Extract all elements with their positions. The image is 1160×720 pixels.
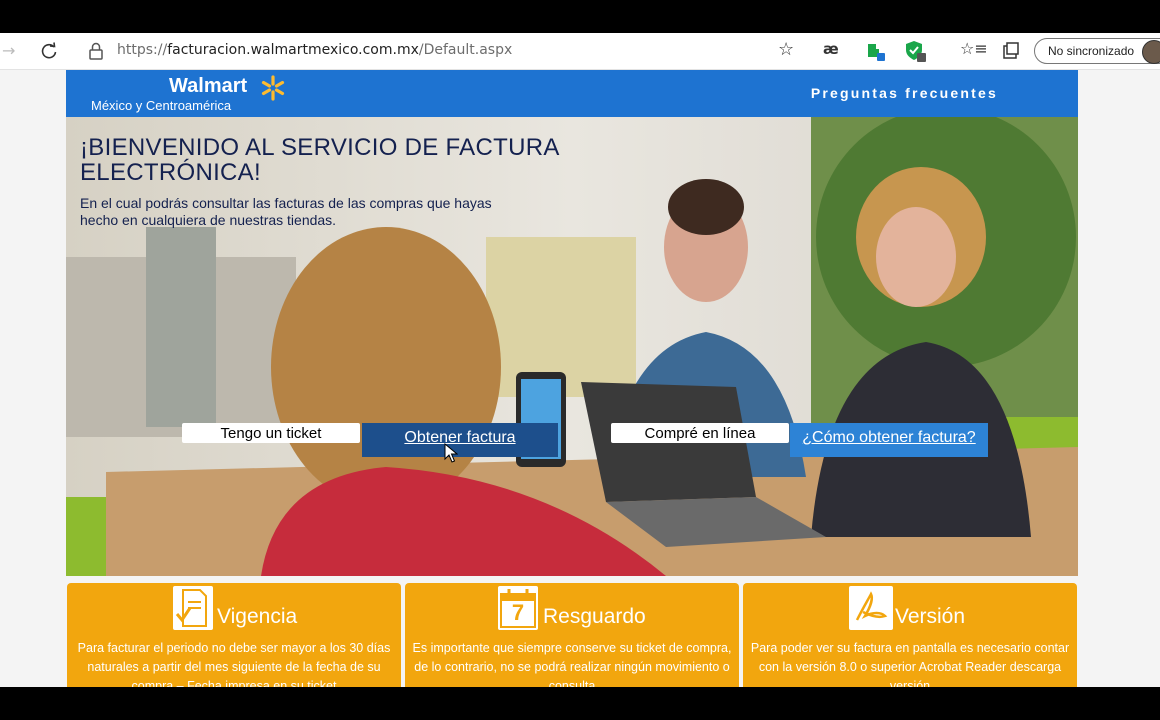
mouse-cursor-icon (444, 443, 458, 463)
card-text: Para poder ver su factura en pantalla es… (750, 641, 1070, 687)
logo-main: Walmart (169, 75, 248, 97)
faq-link[interactable]: Preguntas frecuentes (811, 85, 998, 101)
how-to-get-invoice-button[interactable]: ¿Cómo obtener factura? (790, 423, 988, 457)
calendar-7-icon: 7 (498, 586, 538, 630)
hero-title: ¡BIENVENIDO AL SERVICIO DE FACTURA ELECT… (80, 134, 559, 186)
card-title: Resguardo (543, 605, 646, 628)
refresh-icon[interactable] (40, 42, 58, 60)
letterbox-bottom (0, 687, 1160, 720)
card-version: Versión Para poder ver su factura en pan… (743, 583, 1077, 687)
browser-toolbar: → https://facturacion.walmartmexico.com.… (0, 33, 1160, 70)
online-purchase-label: Compré en línea (611, 423, 789, 443)
obtain-invoice-button[interactable]: Obtener factura (362, 423, 558, 457)
card-resguardo: 7 Resguardo Es importante que siempre co… (405, 583, 739, 687)
url-path: /Default.aspx (418, 42, 513, 58)
hero-intro: En el cual podrás consultar las facturas… (80, 195, 492, 228)
card-vigencia: Vigencia Para facturar el periodo no deb… (67, 583, 401, 687)
address-bar[interactable]: https://facturacion.walmartmexico.com.mx… (117, 42, 512, 58)
calendar-day: 7 (511, 600, 525, 625)
avatar[interactable] (1142, 40, 1160, 64)
card-text: Es importante que siempre conserve su ti… (412, 641, 732, 687)
url-prefix: https:// (117, 42, 168, 58)
card-text: Para facturar el periodo no debe ser may… (77, 641, 391, 687)
lock-icon[interactable] (88, 42, 104, 60)
forward-icon[interactable]: → (2, 41, 15, 60)
acrobat-icon[interactable] (849, 586, 893, 630)
favorites-icon[interactable]: ☆≡ (960, 39, 988, 58)
collections-icon[interactable] (1002, 42, 1020, 60)
star-icon[interactable]: ☆ (778, 39, 794, 60)
site-header: Walmart México y Centroamérica Preguntas… (66, 70, 1078, 117)
shield-icon[interactable] (904, 39, 928, 63)
extension-icon[interactable] (865, 40, 887, 62)
page: Walmart México y Centroamérica Preguntas… (0, 70, 1160, 687)
url-host: facturacion.walmartmexico.com.mx (167, 42, 419, 58)
document-check-icon (173, 586, 213, 630)
card-title: Vigencia (217, 605, 298, 628)
ae-extension-icon[interactable]: æ (823, 40, 839, 58)
hero-banner: ¡BIENVENIDO AL SERVICIO DE FACTURA ELECT… (66, 117, 1078, 576)
logo-subtitle: México y Centroamérica (91, 98, 232, 113)
walmart-spark-icon (261, 75, 285, 101)
ticket-label: Tengo un ticket (182, 423, 360, 443)
card-title: Versión (895, 605, 966, 628)
